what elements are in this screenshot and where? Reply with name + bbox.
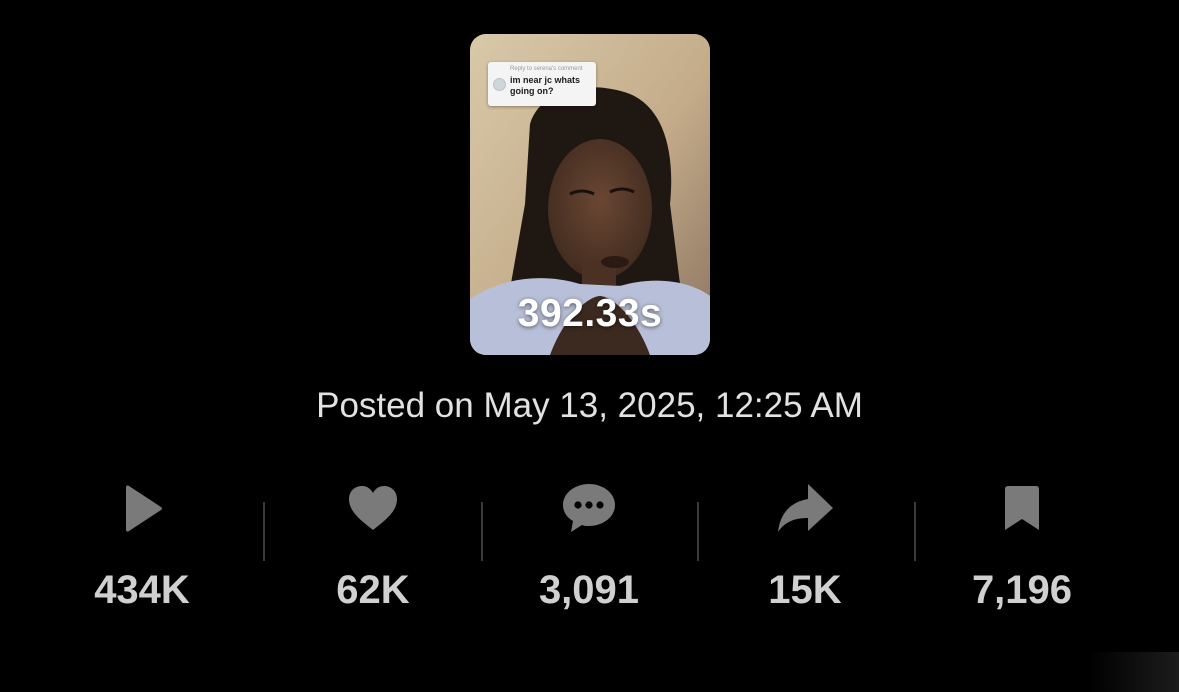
share-icon [775,478,835,538]
saves-count: 7,196 [971,568,1073,612]
commenter-avatar [493,78,506,91]
comment-text: im near jc whats going on? [510,75,581,96]
divider [481,502,483,561]
comments-count: 3,091 [538,568,640,612]
reply-comment-bubble: Reply to serena's comment im near jc wha… [488,62,596,106]
shares-count: 15K [768,568,842,612]
posted-date: Posted on May 13, 2025, 12:25 AM [316,386,863,425]
divider [697,502,699,561]
divider [914,502,916,561]
play-icon [112,478,172,538]
video-duration: 392.33s [517,292,663,335]
stat-saves[interactable]: 7,196 [932,478,1112,618]
comment-icon [559,478,619,538]
comment-reply-label: Reply to serena's comment [510,66,583,72]
stat-likes[interactable]: 62K [283,478,463,618]
bookmark-icon [992,478,1052,538]
corner-shadow [1089,652,1179,692]
stat-comments[interactable]: 3,091 [499,478,679,618]
divider [263,502,265,561]
heart-icon [343,478,403,538]
video-thumbnail[interactable]: Reply to serena's comment im near jc wha… [470,34,710,355]
stat-views[interactable]: 434K [52,478,232,618]
likes-count: 62K [336,568,410,612]
views-count: 434K [94,568,190,612]
stat-shares[interactable]: 15K [715,478,895,618]
